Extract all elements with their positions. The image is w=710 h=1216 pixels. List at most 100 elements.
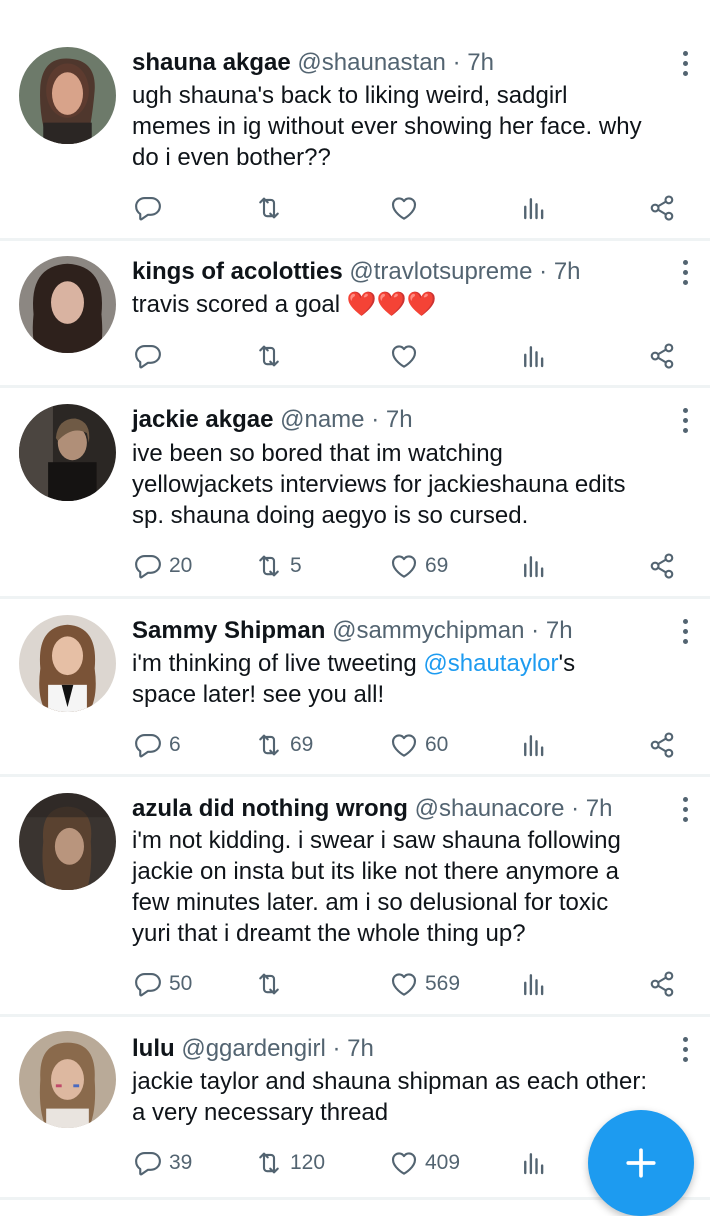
like-button[interactable]: 60 (389, 727, 448, 763)
handle[interactable]: @travlotsupreme (349, 258, 532, 285)
tweet-actions: 20 5 69 (0, 548, 710, 584)
retweet-button[interactable] (254, 338, 290, 374)
more-dots-icon[interactable] (678, 616, 692, 646)
tweet-text: travis scored a goal ❤️❤️❤️ (132, 289, 686, 320)
tweet-text-line: a very necessary thread (132, 1099, 389, 1126)
reply-button[interactable]: 39 (133, 1145, 192, 1181)
handle[interactable]: @sammychipman (332, 617, 524, 644)
tweet-text: ive been so bored that im watching yello… (132, 438, 686, 531)
like-button[interactable]: 69 (389, 548, 448, 584)
tweet[interactable]: azula did nothing wrong @shaunacore · 7h… (0, 777, 710, 1017)
tweet-actions: 50 569 (0, 966, 710, 1002)
handle[interactable]: @ggardengirl (181, 1035, 325, 1062)
tweet-header: kings of acolotties @travlotsupreme · 7h (132, 257, 660, 287)
tweet-text-line: i'm not kidding. i swear i saw shauna fo… (132, 827, 621, 854)
like-button[interactable]: 569 (389, 966, 460, 1002)
share-button[interactable] (647, 966, 677, 1002)
reply-icon (133, 1148, 163, 1178)
avatar[interactable] (19, 404, 116, 501)
like-button[interactable]: 409 (389, 1145, 460, 1181)
retweet-button[interactable]: 69 (254, 727, 313, 763)
share-button[interactable] (647, 548, 677, 584)
timestamp[interactable]: 7h (467, 49, 494, 76)
reply-icon (133, 551, 163, 581)
share-button[interactable] (647, 727, 677, 763)
views-icon (519, 730, 549, 760)
reply-button[interactable]: 20 (133, 548, 192, 584)
more-dots-icon[interactable] (678, 405, 692, 435)
avatar[interactable] (19, 615, 116, 712)
timestamp[interactable]: 7h (546, 617, 573, 644)
like-count: 409 (425, 1151, 461, 1174)
handle[interactable]: @name (280, 406, 364, 433)
views-icon (519, 341, 549, 371)
reply-button[interactable]: 6 (133, 727, 181, 763)
retweet-icon (254, 730, 284, 760)
more-dots-icon[interactable] (678, 1034, 692, 1064)
mention-link[interactable]: @shautaylor (423, 650, 558, 677)
compose-button[interactable] (588, 1110, 694, 1216)
views-button[interactable] (519, 190, 549, 226)
avatar[interactable] (19, 1031, 116, 1128)
timestamp[interactable]: 7h (347, 1035, 374, 1062)
views-button[interactable] (519, 727, 549, 763)
more-dots-icon[interactable] (678, 48, 692, 78)
tweet[interactable]: jackie akgae @name · 7h ive been so bore… (0, 388, 710, 599)
retweet-button[interactable]: 120 (254, 1145, 325, 1181)
reply-count: 20 (169, 554, 193, 577)
display-name[interactable]: kings of acolotties (132, 258, 343, 285)
views-button[interactable] (519, 548, 549, 584)
reply-button[interactable] (133, 190, 169, 226)
display-name[interactable]: azula did nothing wrong (132, 795, 408, 822)
more-dots-icon[interactable] (678, 257, 692, 287)
views-button[interactable] (519, 338, 549, 374)
separator: · (531, 617, 540, 644)
tweet-text-line: space later! see you all! (132, 681, 385, 708)
separator: · (452, 49, 461, 76)
views-button[interactable] (519, 966, 549, 1002)
reply-icon (133, 969, 163, 999)
more-dots-icon[interactable] (678, 794, 692, 824)
display-name[interactable]: lulu (132, 1035, 175, 1062)
tweet-text-line: few minutes later. am i so delusional fo… (132, 889, 609, 916)
tweet-text: ugh shauna's back to liking weird, sadgi… (132, 80, 686, 173)
share-icon (647, 551, 677, 581)
display-name[interactable]: jackie akgae (132, 406, 273, 433)
heart-icon (389, 341, 419, 371)
separator: · (571, 795, 580, 822)
reply-button[interactable]: 50 (133, 966, 192, 1002)
share-icon (647, 341, 677, 371)
reply-icon (133, 341, 163, 371)
retweet-button[interactable] (254, 966, 290, 1002)
reply-button[interactable] (133, 338, 169, 374)
views-icon (519, 193, 549, 223)
handle[interactable]: @shaunacore (415, 795, 565, 822)
share-button[interactable] (647, 338, 677, 374)
tweet[interactable]: shauna akgae @shaunastan · 7h ugh shauna… (0, 0, 710, 241)
share-icon (647, 193, 677, 223)
tweet-text-line: jackie taylor and shauna shipman as each… (132, 1068, 647, 1095)
display-name[interactable]: shauna akgae (132, 49, 291, 76)
views-button[interactable] (519, 1145, 549, 1181)
reply-icon (133, 193, 163, 223)
tweet[interactable]: Sammy Shipman @sammychipman · 7h i'm thi… (0, 599, 710, 777)
retweet-button[interactable]: 5 (254, 548, 302, 584)
like-button[interactable] (389, 338, 425, 374)
timestamp[interactable]: 7h (586, 795, 613, 822)
timestamp[interactable]: 7h (386, 406, 413, 433)
retweet-count: 120 (290, 1151, 326, 1174)
tweet-text-line: jackie on insta but its like not there a… (132, 858, 619, 885)
avatar[interactable] (19, 47, 116, 144)
avatar[interactable] (19, 793, 116, 890)
retweet-button[interactable] (254, 190, 290, 226)
tweet[interactable]: kings of acolotties @travlotsupreme · 7h… (0, 241, 710, 388)
display-name[interactable]: Sammy Shipman (132, 617, 325, 644)
like-button[interactable] (389, 190, 425, 226)
share-icon (647, 730, 677, 760)
tweet-text-line: do i even bother?? (132, 144, 331, 171)
reply-count: 6 (169, 733, 181, 756)
heart-icon (389, 551, 419, 581)
handle[interactable]: @shaunastan (297, 49, 445, 76)
timestamp[interactable]: 7h (554, 258, 581, 285)
share-button[interactable] (647, 190, 677, 226)
